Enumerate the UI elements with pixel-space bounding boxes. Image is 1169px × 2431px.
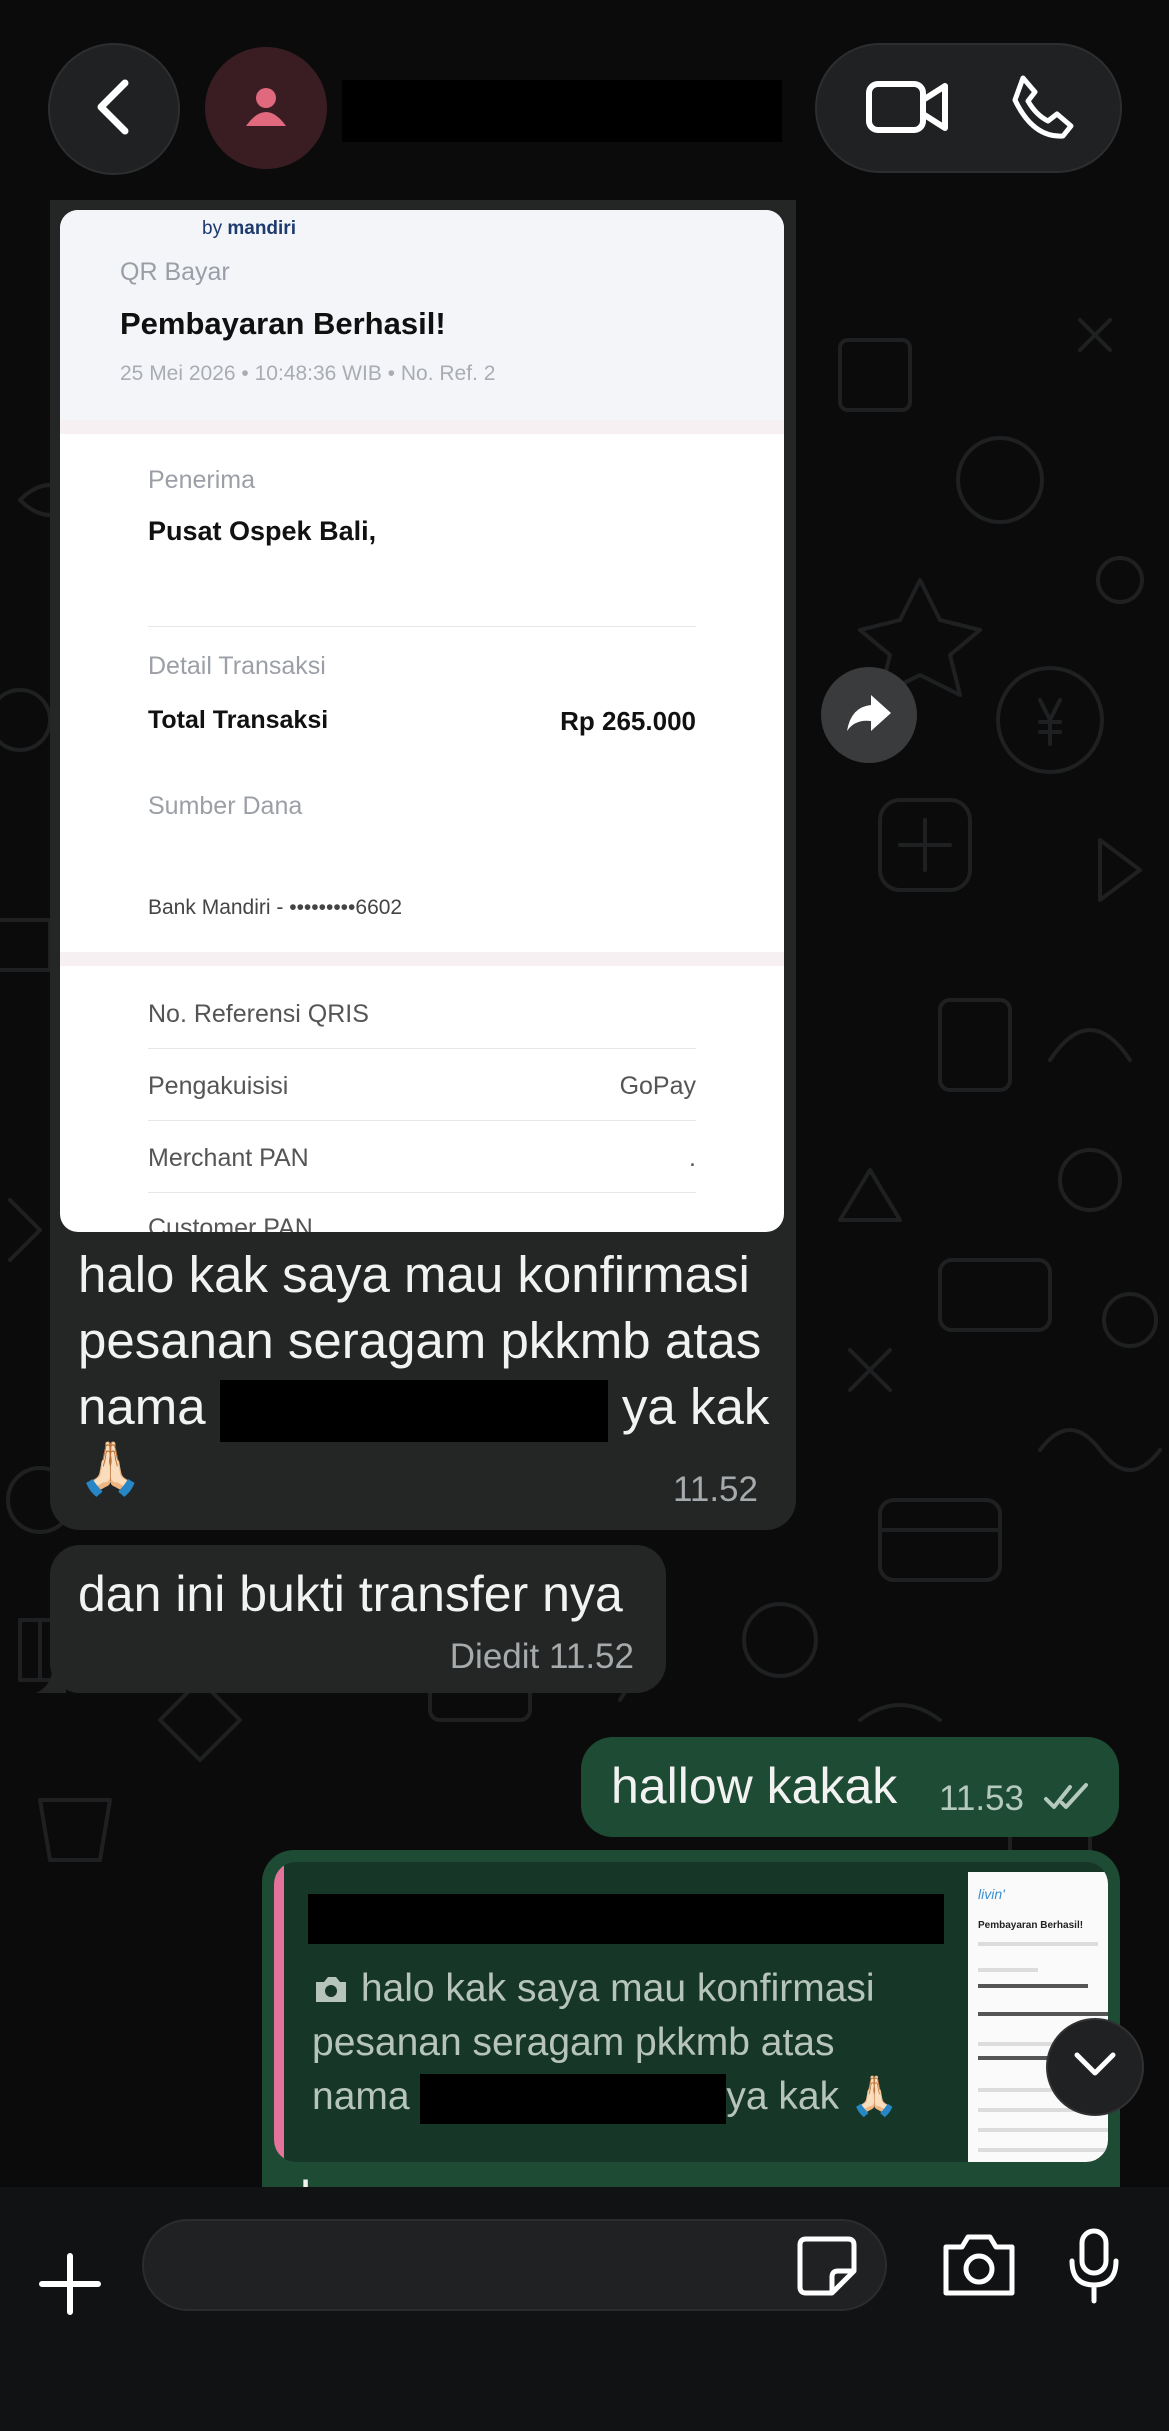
contact-name-redacted[interactable] bbox=[342, 80, 782, 142]
message-line: pesanan seragam pkkmb atas bbox=[78, 1312, 762, 1369]
double-check-icon bbox=[1044, 1783, 1090, 1818]
thumb-line bbox=[978, 2128, 1108, 2132]
message-text: dan ini bukti transfer nya bbox=[78, 1566, 623, 1622]
redacted-name bbox=[219, 1379, 608, 1442]
message-line: ya kak bbox=[621, 1378, 770, 1435]
source-value: Bank Mandiri - •••••••••6602 bbox=[148, 896, 403, 919]
payment-receipt-image[interactable]: by mandiri QR Bayar Pembayaran Berhasil!… bbox=[60, 210, 784, 1232]
quoted-line: ya kak 🙏🏻 bbox=[726, 2075, 899, 2118]
attach-button[interactable] bbox=[38, 2252, 102, 2316]
video-camera-icon bbox=[865, 78, 949, 141]
detail-label: Detail Transaksi bbox=[148, 652, 326, 680]
forward-button[interactable] bbox=[821, 667, 917, 763]
sticker-button[interactable] bbox=[796, 2235, 858, 2297]
incoming-text-message[interactable]: dan ini bukti transfer nya Diedit 11.52 bbox=[36, 1545, 666, 1693]
sticker-icon bbox=[796, 2236, 858, 2301]
message-text: halo kak saya mau konfirmasi pesanan ser… bbox=[78, 1242, 778, 1442]
scroll-to-bottom-button[interactable] bbox=[1046, 2018, 1144, 2116]
thumb-line bbox=[978, 1984, 1088, 1988]
receipt-separator bbox=[60, 420, 784, 434]
person-icon bbox=[244, 84, 288, 133]
quoted-message[interactable]: halo kak saya mau konfirmasi pesanan ser… bbox=[274, 1862, 1108, 2162]
divider bbox=[148, 1048, 696, 1049]
total-label: Total Transaksi bbox=[148, 706, 329, 734]
message-timestamp: 11.52 bbox=[673, 1470, 758, 1509]
contact-avatar[interactable] bbox=[205, 47, 327, 169]
camera-icon bbox=[940, 2234, 1018, 2303]
plus-icon bbox=[38, 2253, 102, 2320]
microphone-icon bbox=[1068, 2228, 1120, 2309]
thumb-title: Pembayaran Berhasil! bbox=[978, 1920, 1084, 1931]
quoted-line: nama bbox=[312, 2075, 410, 2118]
message-line: nama bbox=[78, 1378, 206, 1435]
receipt-separator bbox=[60, 952, 784, 966]
quote-accent-bar bbox=[274, 1862, 284, 2162]
chevron-down-icon bbox=[1073, 2051, 1117, 2084]
acquirer-value: GoPay bbox=[619, 1072, 696, 1100]
merchant-pan-value: . bbox=[689, 1144, 696, 1172]
microphone-button[interactable] bbox=[1068, 2227, 1120, 2305]
total-value: Rp 265.000 bbox=[560, 706, 696, 736]
thumb-line bbox=[978, 2148, 1108, 2152]
receipt-header: by mandiri QR Bayar Pembayaran Berhasil!… bbox=[60, 210, 784, 420]
acquirer-label: Pengakuisisi bbox=[148, 1072, 289, 1100]
divider bbox=[148, 1120, 696, 1121]
quoted-line: halo kak saya mau konfirmasi bbox=[360, 1967, 875, 2010]
thumb-line bbox=[978, 1942, 1098, 1946]
recipient-label: Penerima bbox=[148, 466, 255, 494]
phone-icon bbox=[1009, 74, 1075, 145]
receipt-kicker: QR Bayar bbox=[120, 258, 230, 286]
bubble-tail bbox=[36, 1663, 66, 1693]
receipt-date-ref: 25 Mei 2026 • 10:48:36 WIB • No. Ref. 2 bbox=[120, 362, 496, 385]
message-composer bbox=[0, 2187, 1169, 2431]
message-timestamp: 11.53 bbox=[939, 1779, 1024, 1818]
receipt-title: Pembayaran Berhasil! bbox=[120, 306, 446, 341]
chat-header bbox=[0, 0, 1169, 205]
quoted-line: pesanan seragam pkkmb atas bbox=[312, 2021, 835, 2064]
call-buttons-group bbox=[815, 43, 1122, 173]
thumb-logo: livin' bbox=[978, 1886, 1005, 1902]
divider bbox=[148, 626, 696, 627]
message-input[interactable] bbox=[142, 2219, 887, 2311]
divider bbox=[148, 1192, 696, 1193]
edited-label: Diedit bbox=[449, 1637, 540, 1676]
outgoing-reply-message[interactable]: halo kak saya mau konfirmasi pesanan ser… bbox=[262, 1850, 1120, 2190]
customer-pan-label: Customer PAN bbox=[148, 1214, 313, 1232]
qris-ref-label: No. Referensi QRIS bbox=[148, 1000, 369, 1028]
back-button[interactable] bbox=[48, 43, 180, 175]
praying-hands-emoji: 🙏🏻 bbox=[78, 1440, 143, 1498]
camera-small-icon bbox=[312, 1967, 361, 2010]
bank-logo: by mandiri bbox=[202, 218, 296, 239]
camera-button[interactable] bbox=[940, 2231, 1018, 2299]
thumb-line bbox=[978, 1968, 1038, 1972]
message-meta: Diedit 11.52 bbox=[450, 1637, 634, 1677]
recipient-name: Pusat Ospek Bali, bbox=[148, 516, 377, 546]
message-timestamp: 11.52 bbox=[549, 1637, 634, 1676]
quoted-sender-redacted bbox=[308, 1894, 944, 1944]
redacted-name bbox=[420, 2073, 727, 2124]
video-call-button[interactable] bbox=[857, 73, 957, 145]
merchant-pan-label: Merchant PAN bbox=[148, 1144, 309, 1172]
quoted-image-thumbnail: livin' Pembayaran Berhasil! bbox=[968, 1872, 1108, 2162]
message-line: halo kak saya mau konfirmasi bbox=[78, 1246, 750, 1303]
outgoing-text-message[interactable]: hallow kakak 11.53 bbox=[581, 1737, 1119, 1837]
source-label: Sumber Dana bbox=[148, 792, 303, 820]
thumb-line bbox=[978, 2012, 1108, 2016]
quoted-text: halo kak saya mau konfirmasi pesanan ser… bbox=[312, 1962, 902, 2124]
voice-call-button[interactable] bbox=[1002, 73, 1082, 145]
chevron-left-icon bbox=[89, 77, 139, 142]
forward-arrow-icon bbox=[845, 693, 893, 738]
message-text: hallow kakak bbox=[611, 1758, 898, 1814]
